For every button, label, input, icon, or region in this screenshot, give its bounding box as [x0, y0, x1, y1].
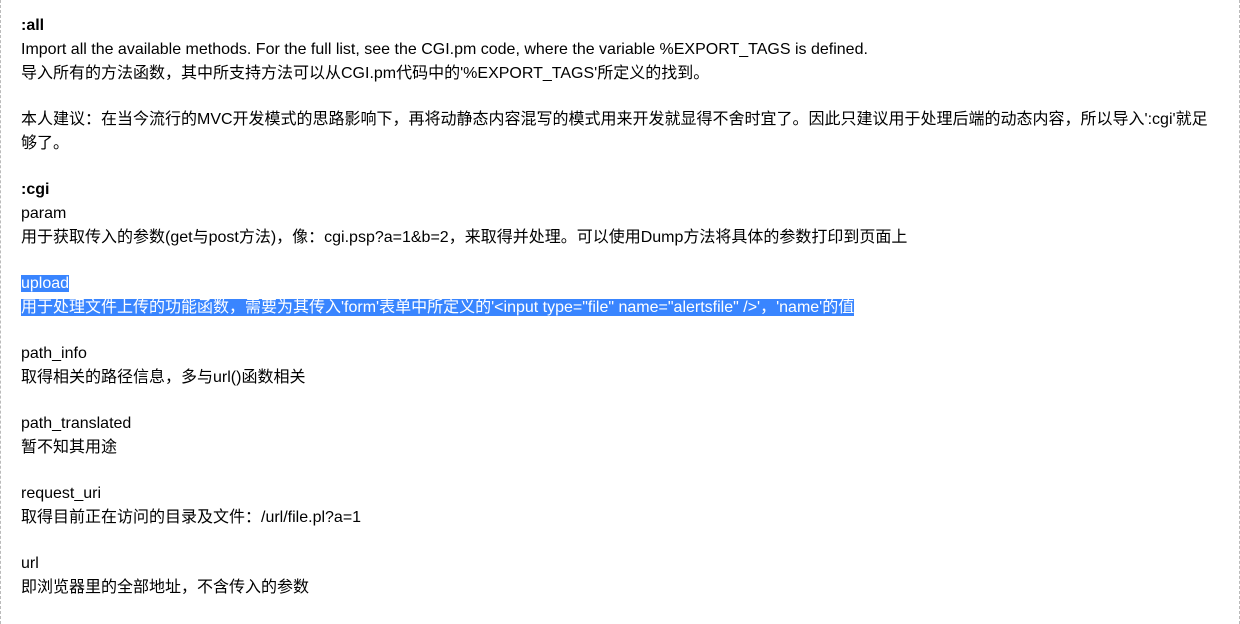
section: :cgiparam用于获取传入的参数(get与post方法)，像：cgi.psp…: [21, 178, 1219, 250]
text-line: :all: [21, 14, 1219, 38]
section: upload 用于处理文件上传的功能函数，需要为其传入'form'表单中所定义的'…: [21, 272, 1219, 320]
text-line: 取得目前正在访问的目录及文件：/url/file.pl?a=1: [21, 506, 1219, 530]
text-line: :cgi: [21, 178, 1219, 202]
highlighted-text: upload: [21, 275, 69, 292]
text-line: 即浏览器里的全部地址，不含传入的参数: [21, 576, 1219, 600]
text-line: 用于获取传入的参数(get与post方法)，像：cgi.psp?a=1&b=2，…: [21, 226, 1219, 250]
text-line: request_uri: [21, 482, 1219, 506]
section: url即浏览器里的全部地址，不含传入的参数: [21, 552, 1219, 600]
section: 本人建议：在当今流行的MVC开发模式的思路影响下，再将动静态内容混写的模式用来开…: [21, 108, 1219, 156]
text-line: path_info: [21, 342, 1219, 366]
text-line: 导入所有的方法函数，其中所支持方法可以从CGI.pm代码中的'%EXPORT_T…: [21, 62, 1219, 86]
text-line: Import all the available methods. For th…: [21, 38, 1219, 62]
text-line: 暂不知其用途: [21, 436, 1219, 460]
section: path_translated暂不知其用途: [21, 412, 1219, 460]
text-line: param: [21, 202, 1219, 226]
section: :allImport all the available methods. Fo…: [21, 14, 1219, 86]
section: request_uri取得目前正在访问的目录及文件：/url/file.pl?a…: [21, 482, 1219, 530]
highlighted-text: 用于处理文件上传的功能函数，需要为其传入'form'表单中所定义的'<input…: [21, 299, 854, 316]
section: path_info取得相关的路径信息，多与url()函数相关: [21, 342, 1219, 390]
text-line: 用于处理文件上传的功能函数，需要为其传入'form'表单中所定义的'<input…: [21, 296, 1219, 320]
text-line: url: [21, 552, 1219, 576]
text-line: 取得相关的路径信息，多与url()函数相关: [21, 366, 1219, 390]
text-line: 本人建议：在当今流行的MVC开发模式的思路影响下，再将动静态内容混写的模式用来开…: [21, 108, 1219, 156]
text-line: path_translated: [21, 412, 1219, 436]
doc-container: :allImport all the available methods. Fo…: [0, 0, 1240, 624]
text-line: upload: [21, 272, 1219, 296]
